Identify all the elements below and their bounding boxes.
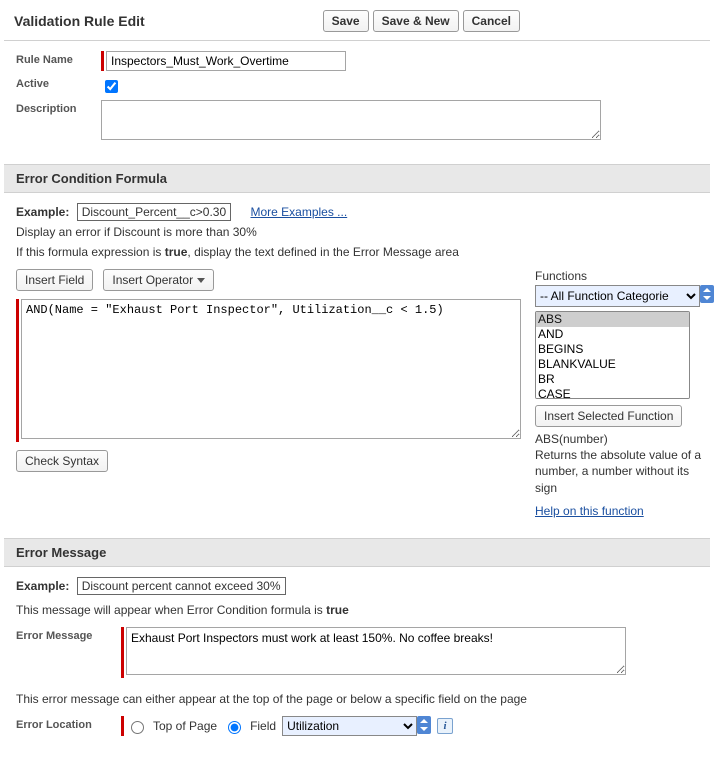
save-new-button[interactable]: Save & New [373, 10, 459, 32]
page-title: Validation Rule Edit [14, 13, 323, 29]
formula-section-header: Error Condition Formula [4, 164, 710, 193]
function-list[interactable]: ABS AND BEGINS BLANKVALUE BR CASE [535, 311, 690, 399]
edit-header: Validation Rule Edit Save Save & New Can… [4, 4, 710, 41]
formula-example-label: Example: [16, 205, 69, 219]
message-section-header: Error Message [4, 538, 710, 567]
message-section-body: Example: Discount percent cannot exceed … [4, 567, 710, 760]
formula-example-box: Discount_Percent__c>0.30 [77, 203, 231, 221]
field-picklist[interactable]: Utilization [282, 716, 417, 736]
formula-true-desc: If this formula expression is true, disp… [16, 245, 698, 259]
rule-name-input[interactable] [106, 51, 346, 71]
location-desc: This error message can either appear at … [16, 692, 698, 706]
select-arrows-icon [417, 716, 431, 734]
insert-field-button[interactable]: Insert Field [16, 269, 93, 291]
top-of-page-label: Top of Page [153, 719, 217, 733]
error-location-label: Error Location [16, 716, 121, 736]
active-label: Active [16, 75, 101, 96]
cancel-button[interactable]: Cancel [463, 10, 520, 32]
formula-section-body: Example: Discount_Percent__c>0.30 More E… [4, 193, 710, 538]
top-of-page-radio[interactable] [131, 721, 144, 734]
header-actions: Save Save & New Cancel [323, 10, 520, 32]
formula-textarea[interactable] [21, 299, 521, 439]
description-textarea[interactable] [101, 100, 601, 140]
error-message-textarea[interactable] [126, 627, 626, 675]
more-examples-link[interactable]: More Examples ... [250, 205, 347, 219]
functions-label: Functions [535, 269, 714, 283]
description-label: Description [16, 100, 101, 140]
help-function-link[interactable]: Help on this function [535, 504, 644, 518]
formula-example-desc: Display an error if Discount is more tha… [16, 225, 698, 239]
function-signature: ABS(number) [535, 431, 714, 447]
rule-name-label: Rule Name [16, 51, 101, 71]
info-icon[interactable]: i [437, 718, 453, 734]
insert-selected-function-button[interactable]: Insert Selected Function [535, 405, 682, 427]
required-indicator [101, 51, 346, 71]
error-message-label: Error Message [16, 627, 121, 678]
message-example-label: Example: [16, 579, 69, 593]
message-example-box: Discount percent cannot exceed 30% [77, 577, 286, 595]
check-syntax-button[interactable]: Check Syntax [16, 450, 108, 472]
active-checkbox[interactable] [105, 80, 118, 93]
insert-operator-button[interactable]: Insert Operator [103, 269, 214, 291]
field-radio[interactable] [228, 721, 241, 734]
message-desc: This message will appear when Error Cond… [16, 603, 698, 617]
select-arrows-icon [700, 285, 714, 303]
field-label: Field [250, 719, 276, 733]
rule-fields: Rule Name Active Description [4, 41, 710, 164]
function-category-select[interactable]: -- All Function Categorie [535, 285, 700, 307]
function-description: Returns the absolute value of a number, … [535, 447, 714, 496]
save-button[interactable]: Save [323, 10, 369, 32]
chevron-down-icon [197, 278, 205, 283]
